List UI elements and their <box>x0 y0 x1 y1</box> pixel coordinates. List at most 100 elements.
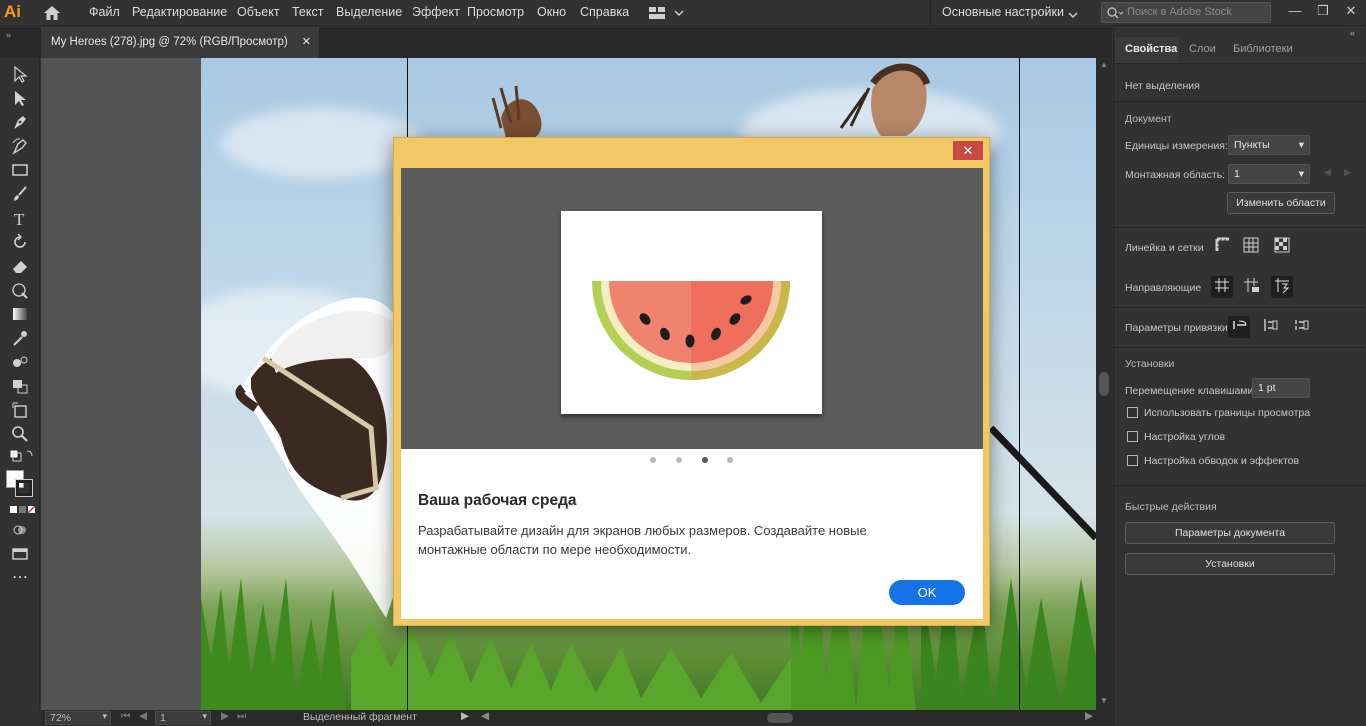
zoom-select[interactable]: 72% ▾ <box>45 711 111 725</box>
keyboard-increment-field[interactable]: 1 pt <box>1252 378 1310 398</box>
artboard-label: Монтажная область: <box>1125 169 1226 181</box>
use-preview-bounds-label: Использовать границы просмотра <box>1144 407 1311 419</box>
gradient-tool-icon[interactable] <box>10 304 30 324</box>
minimize-icon[interactable]: — <box>1280 0 1310 24</box>
artboard-number: 1 <box>160 712 166 724</box>
workspace-chevron-icon[interactable] <box>1068 8 1078 22</box>
menu-object[interactable]: Объект <box>237 5 280 19</box>
symbol-sprayer-tool-icon[interactable] <box>10 376 30 396</box>
close-tab-icon[interactable]: ✕ <box>302 27 311 58</box>
show-guides-icon[interactable] <box>1211 276 1233 298</box>
grid-icon[interactable] <box>1240 236 1262 258</box>
preferences-button[interactable]: Установки <box>1125 553 1335 575</box>
warp-tool-icon[interactable] <box>10 280 30 300</box>
zoom-tool-icon[interactable] <box>10 424 30 444</box>
direct-selection-tool-icon[interactable] <box>10 88 30 108</box>
artboard-edge-right <box>1019 58 1020 710</box>
pager-dot-2[interactable] <box>676 457 682 463</box>
document-setup-button[interactable]: Параметры документа <box>1125 522 1335 544</box>
tab-libraries[interactable]: Библиотеки <box>1233 43 1293 55</box>
divider <box>1114 227 1366 228</box>
document-tab[interactable]: My Heroes (278).jpg @ 72% (RGB/Просмотр)… <box>41 27 319 58</box>
scale-corners-checkbox[interactable] <box>1127 431 1138 442</box>
draw-mode-icon[interactable] <box>10 520 30 540</box>
first-artboard-icon[interactable]: ⏮ <box>121 710 130 723</box>
transparency-grid-icon[interactable] <box>1271 236 1293 258</box>
document-tab-title: My Heroes (278).jpg @ 72% (RGB/Просмотр) <box>51 36 288 48</box>
stroke-swatch[interactable] <box>15 479 33 497</box>
menu-effect[interactable]: Эффект <box>412 5 460 19</box>
workspace-switcher[interactable]: Основные настройки <box>942 5 1064 19</box>
status-menu-icon[interactable]: ▶ <box>461 710 469 722</box>
scroll-down-icon[interactable]: ▼ <box>1100 696 1108 705</box>
last-artboard-icon[interactable]: ⏭ <box>237 710 246 723</box>
close-dialog-icon[interactable]: ✕ <box>953 141 983 160</box>
rectangle-tool-icon[interactable] <box>10 160 30 180</box>
ok-button[interactable]: OK <box>889 580 965 605</box>
hscroll-right-icon[interactable]: ▶ <box>1085 710 1093 722</box>
close-window-icon[interactable]: ✕ <box>1336 0 1366 24</box>
document-section-title: Документ <box>1125 113 1172 125</box>
collapse-panel-icon[interactable]: « <box>1350 28 1355 38</box>
paintbrush-tool-icon[interactable] <box>10 184 30 204</box>
prev-artboard-icon[interactable]: ◀ <box>139 710 147 722</box>
edit-artboards-button[interactable]: Изменить области <box>1227 192 1335 214</box>
menu-edit[interactable]: Редактирование <box>132 5 227 19</box>
snap-to-pixel-icon[interactable] <box>1259 316 1281 338</box>
scroll-thumb[interactable] <box>1099 372 1109 396</box>
horizontal-scroll-thumb[interactable] <box>767 713 793 723</box>
more-tools-icon[interactable]: ⋯ <box>10 570 30 592</box>
menu-select[interactable]: Выделение <box>336 5 402 19</box>
blend-tool-icon[interactable] <box>10 352 30 372</box>
screen-mode-icon[interactable] <box>10 544 30 564</box>
lock-guides-icon[interactable] <box>1240 276 1262 298</box>
tab-layers[interactable]: Слои <box>1189 43 1216 55</box>
pen-tool-icon[interactable] <box>10 112 30 132</box>
curvature-tool-icon[interactable] <box>10 136 30 156</box>
stock-search-field[interactable]: Поиск в Adobe Stock <box>1101 2 1271 23</box>
artboard-select[interactable]: 1 ▾ <box>1228 164 1310 184</box>
scale-strokes-checkbox[interactable] <box>1127 455 1138 466</box>
scroll-up-icon[interactable]: ▲ <box>1100 60 1108 69</box>
selection-tool-icon[interactable] <box>10 64 30 84</box>
eraser-tool-icon[interactable] <box>10 256 30 276</box>
hscroll-left-icon[interactable]: ◀ <box>481 710 489 722</box>
snap-to-glyph-icon[interactable] <box>1290 316 1312 338</box>
eyedropper-tool-icon[interactable] <box>10 328 30 348</box>
home-icon[interactable] <box>42 4 62 22</box>
menu-help[interactable]: Справка <box>580 5 629 19</box>
watermelon-illustration <box>592 281 790 380</box>
arrange-documents-icon[interactable] <box>648 6 684 20</box>
divider <box>1114 347 1366 348</box>
rotate-tool-icon[interactable] <box>10 232 30 252</box>
type-tool-icon[interactable]: T <box>10 208 30 229</box>
restore-icon[interactable]: ❐ <box>1308 0 1338 24</box>
divider <box>1114 307 1366 308</box>
menu-window[interactable]: Окно <box>537 5 566 19</box>
rulers-icon[interactable] <box>1212 236 1234 258</box>
use-preview-bounds-checkbox[interactable] <box>1127 407 1138 418</box>
dialog-illustration-area <box>401 168 983 449</box>
snap-to-point-icon[interactable] <box>1228 316 1250 338</box>
status-bar: 72% ▾ ⏮ ◀ 1 ▾ ▶ ⏭ Выделенный фрагмент ▶ … <box>41 710 1112 726</box>
pager-dot-1[interactable] <box>650 457 656 463</box>
menu-view[interactable]: Просмотр <box>467 5 524 19</box>
color-mode-icons[interactable] <box>10 504 36 514</box>
artboard-tool-icon[interactable] <box>10 400 30 420</box>
swap-fill-stroke-icon[interactable] <box>9 448 33 464</box>
vertical-scrollbar[interactable]: ▲ ▼ <box>1096 58 1112 710</box>
prev-artboard-panel-icon[interactable]: ◀ <box>1324 167 1331 178</box>
smart-guides-icon[interactable] <box>1271 276 1293 298</box>
next-artboard-icon[interactable]: ▶ <box>221 710 229 722</box>
pager-dot-4[interactable] <box>727 457 733 463</box>
units-select[interactable]: Пункты ▾ <box>1228 135 1310 155</box>
menu-file[interactable]: Файл <box>89 5 120 19</box>
scale-corners-label: Настройка углов <box>1144 431 1226 443</box>
next-artboard-panel-icon[interactable]: ▶ <box>1344 167 1351 178</box>
zoom-value: 72% <box>50 712 72 724</box>
tab-properties[interactable]: Свойства <box>1125 43 1177 55</box>
artboard-number-field[interactable]: 1 ▾ <box>155 711 211 725</box>
collapse-toolbar-icon[interactable]: » <box>6 30 11 40</box>
pager-dot-3[interactable] <box>702 457 708 463</box>
menu-type[interactable]: Текст <box>292 5 323 19</box>
